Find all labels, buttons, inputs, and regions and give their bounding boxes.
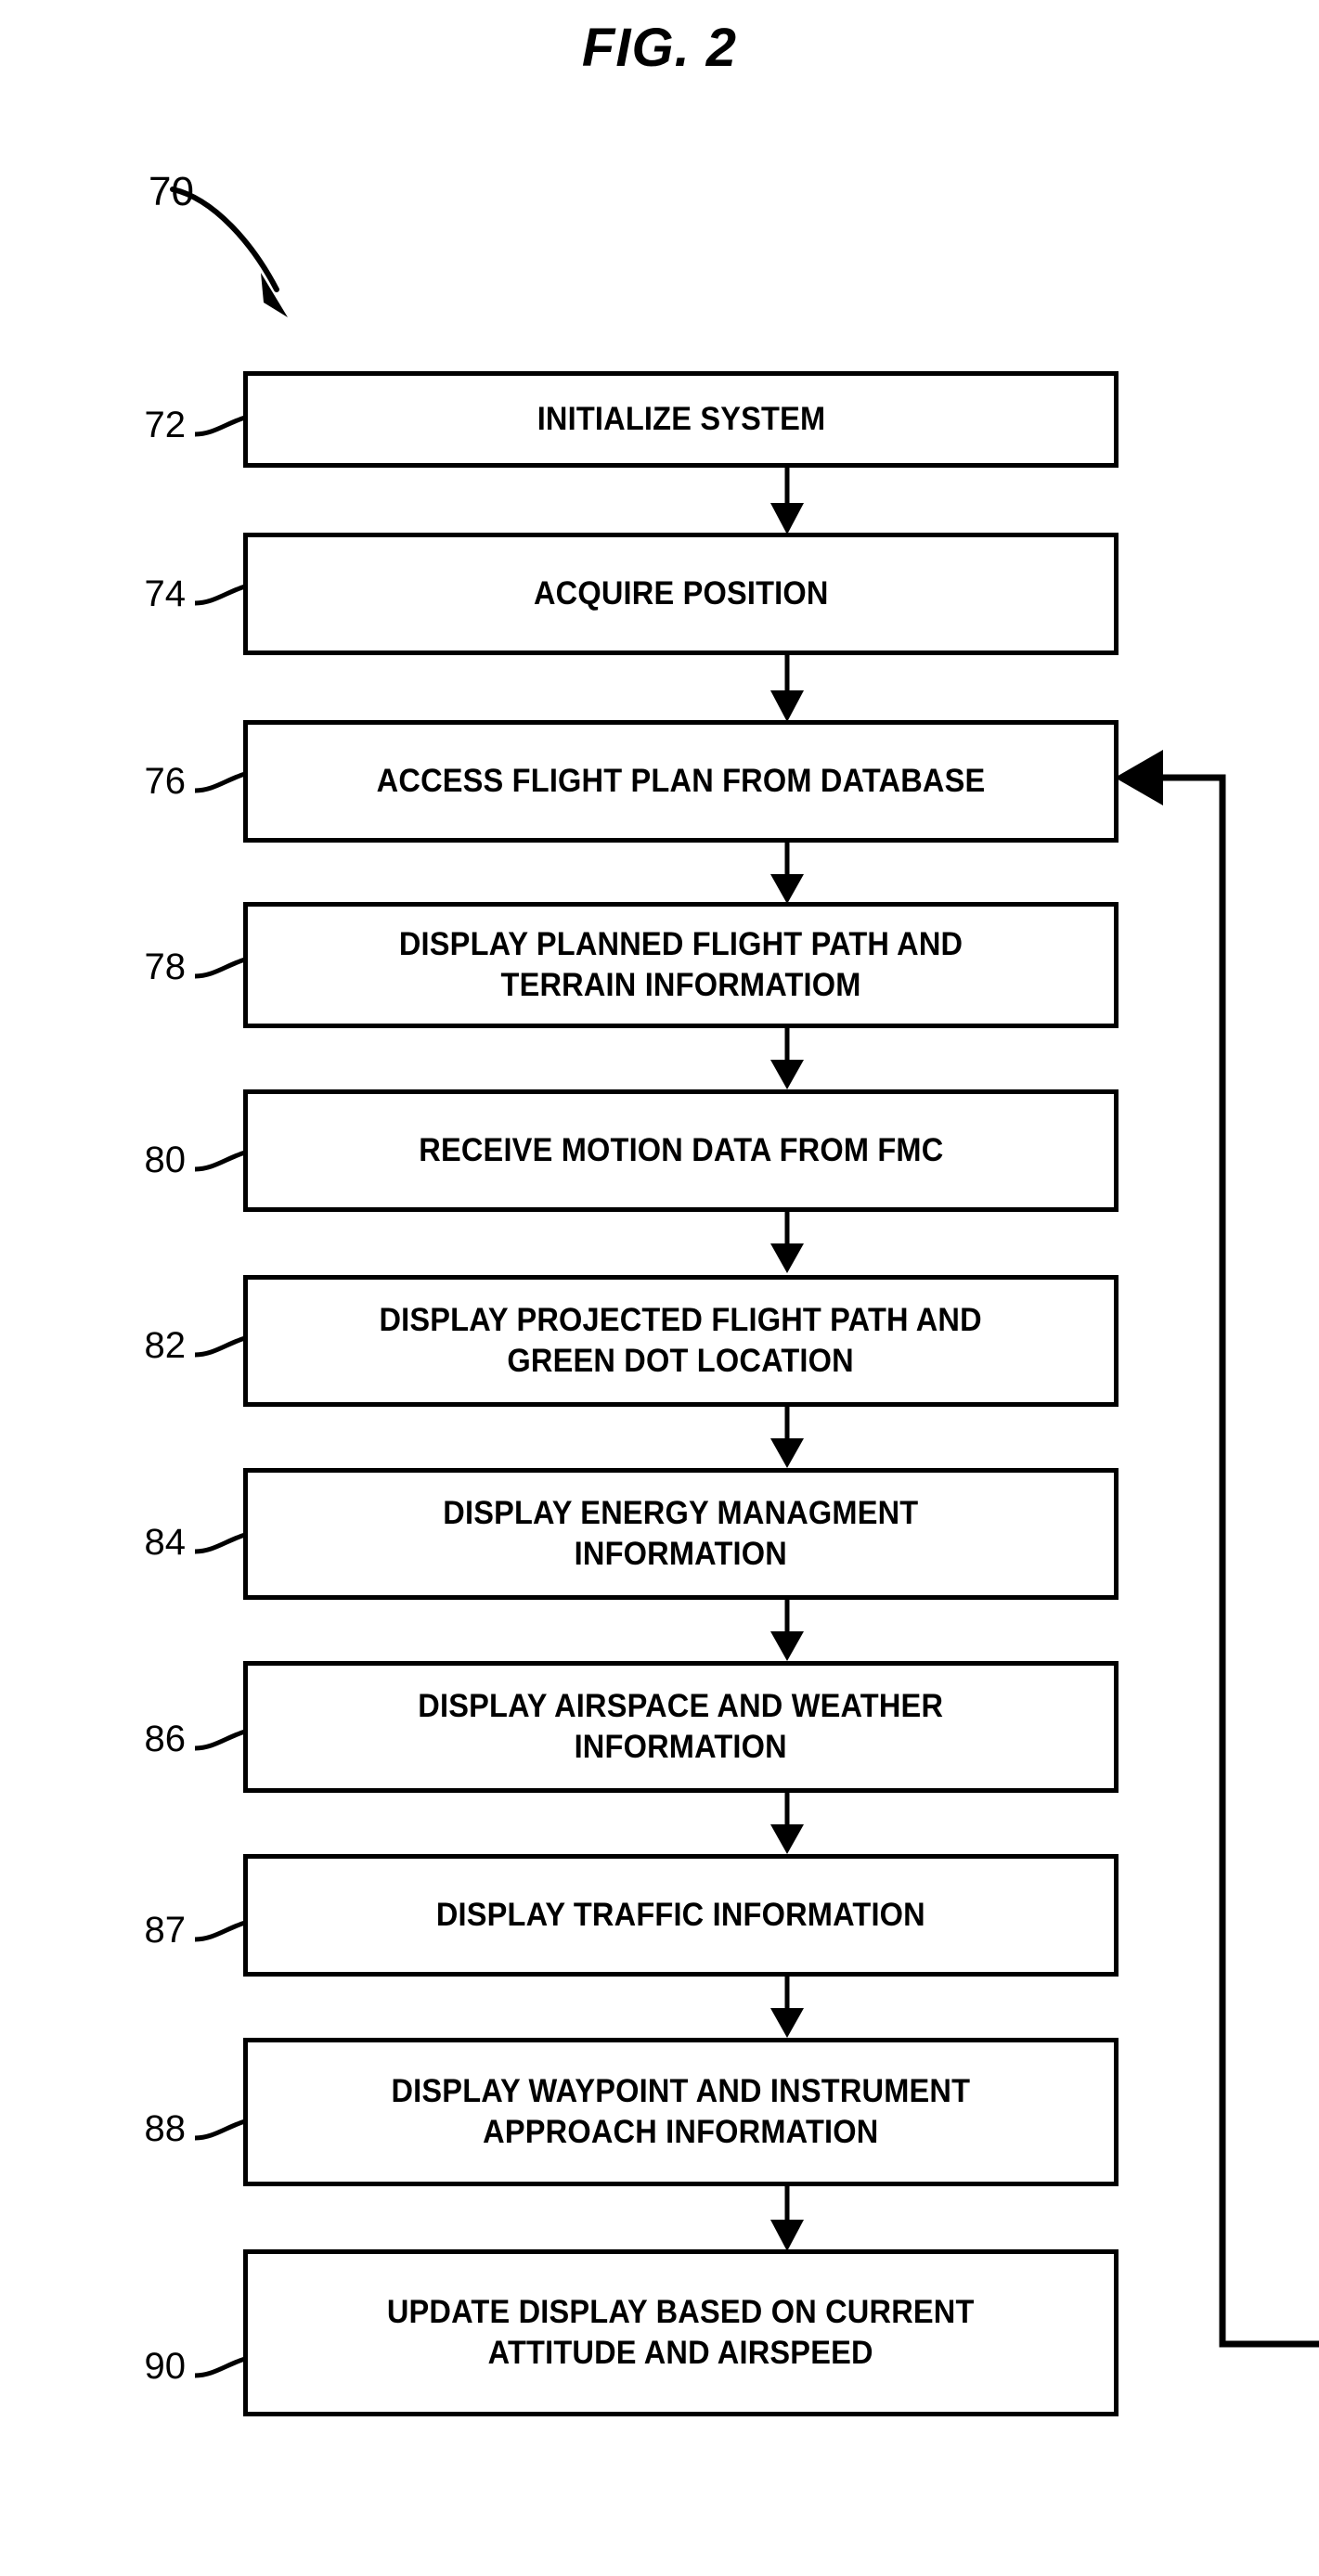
process-box-76: ACCESS FLIGHT PLAN FROM DATABASE — [243, 720, 1119, 843]
step-ref-86: 86 — [144, 1719, 187, 1759]
connector-76-78 — [770, 839, 804, 904]
connector-88-90 — [770, 2183, 804, 2251]
step-ref-90: 90 — [144, 2346, 187, 2387]
step-ref-80: 80 — [144, 1140, 187, 1180]
step-ref-76: 76 — [144, 761, 187, 802]
step-leader-80 — [194, 1150, 246, 1172]
connector-86-87 — [770, 1789, 804, 1854]
process-box-78: DISPLAY PLANNED FLIGHT PATH AND TERRAIN … — [243, 902, 1119, 1028]
process-box-76-label: ACCESS FLIGHT PLAN FROM DATABASE — [376, 763, 986, 800]
process-box-90-label: UPDATE DISPLAY BASED ON CURRENT ATTITUDE… — [387, 2294, 975, 2371]
process-box-90: UPDATE DISPLAY BASED ON CURRENT ATTITUDE… — [243, 2249, 1119, 2416]
step-leader-74 — [194, 584, 246, 606]
step-leader-90 — [194, 2356, 246, 2378]
step-leader-88 — [194, 2119, 246, 2141]
step-ref-82: 82 — [144, 1325, 187, 1366]
connector-74-76 — [770, 651, 804, 722]
process-box-80: RECEIVE MOTION DATA FROM FMC — [243, 1089, 1119, 1212]
connector-78-80 — [770, 1024, 804, 1089]
figure-title: FIG. 2 — [581, 18, 738, 78]
step-leader-82 — [194, 1335, 246, 1358]
process-box-80-label: RECEIVE MOTION DATA FROM FMC — [418, 1132, 944, 1169]
process-box-72-label: INITIALIZE SYSTEM — [537, 401, 825, 438]
connector-72-74 — [770, 464, 804, 535]
step-ref-72: 72 — [144, 405, 187, 445]
process-box-86-label: DISPLAY AIRSPACE AND WEATHER INFORMATION — [418, 1688, 944, 1765]
patent-figure-page: FIG. 2 70 72 INITIALIZE SYSTEM 74 ACQUIR… — [0, 0, 1319, 2576]
process-box-78-label: DISPLAY PLANNED FLIGHT PATH AND TERRAIN … — [398, 926, 963, 1003]
connector-84-86 — [770, 1596, 804, 1661]
step-leader-72 — [194, 415, 246, 437]
step-leader-76 — [194, 771, 246, 793]
connector-80-82 — [770, 1208, 804, 1273]
process-box-87-label: DISPLAY TRAFFIC INFORMATION — [435, 1897, 926, 1934]
process-box-86: DISPLAY AIRSPACE AND WEATHER INFORMATION — [243, 1661, 1119, 1793]
feedback-loop-90-to-76 — [1115, 750, 1319, 2348]
step-leader-86 — [194, 1729, 246, 1751]
process-box-84-label: DISPLAY ENERGY MANAGMENT INFORMATION — [443, 1495, 919, 1572]
step-ref-87: 87 — [144, 1910, 187, 1951]
figure-reference-arrow-icon — [170, 187, 288, 317]
step-leader-84 — [194, 1532, 246, 1554]
step-ref-84: 84 — [144, 1522, 187, 1563]
step-ref-78: 78 — [144, 947, 187, 987]
process-box-84: DISPLAY ENERGY MANAGMENT INFORMATION — [243, 1468, 1119, 1600]
step-ref-74: 74 — [144, 573, 187, 614]
connector-87-88 — [770, 1973, 804, 2038]
process-box-87: DISPLAY TRAFFIC INFORMATION — [243, 1854, 1119, 1977]
process-box-88: DISPLAY WAYPOINT AND INSTRUMENT APPROACH… — [243, 2038, 1119, 2186]
step-leader-78 — [194, 957, 246, 979]
process-box-74-label: ACQUIRE POSITION — [533, 575, 829, 612]
process-box-82: DISPLAY PROJECTED FLIGHT PATH AND GREEN … — [243, 1275, 1119, 1407]
figure-reference-numeral: 70 — [149, 169, 194, 214]
step-leader-87 — [194, 1920, 246, 1942]
process-box-74: ACQUIRE POSITION — [243, 533, 1119, 655]
process-box-82-label: DISPLAY PROJECTED FLIGHT PATH AND GREEN … — [379, 1302, 983, 1379]
step-ref-88: 88 — [144, 2108, 187, 2149]
connector-82-84 — [770, 1403, 804, 1468]
process-box-88-label: DISPLAY WAYPOINT AND INSTRUMENT APPROACH… — [391, 2073, 971, 2150]
process-box-72: INITIALIZE SYSTEM — [243, 371, 1119, 468]
